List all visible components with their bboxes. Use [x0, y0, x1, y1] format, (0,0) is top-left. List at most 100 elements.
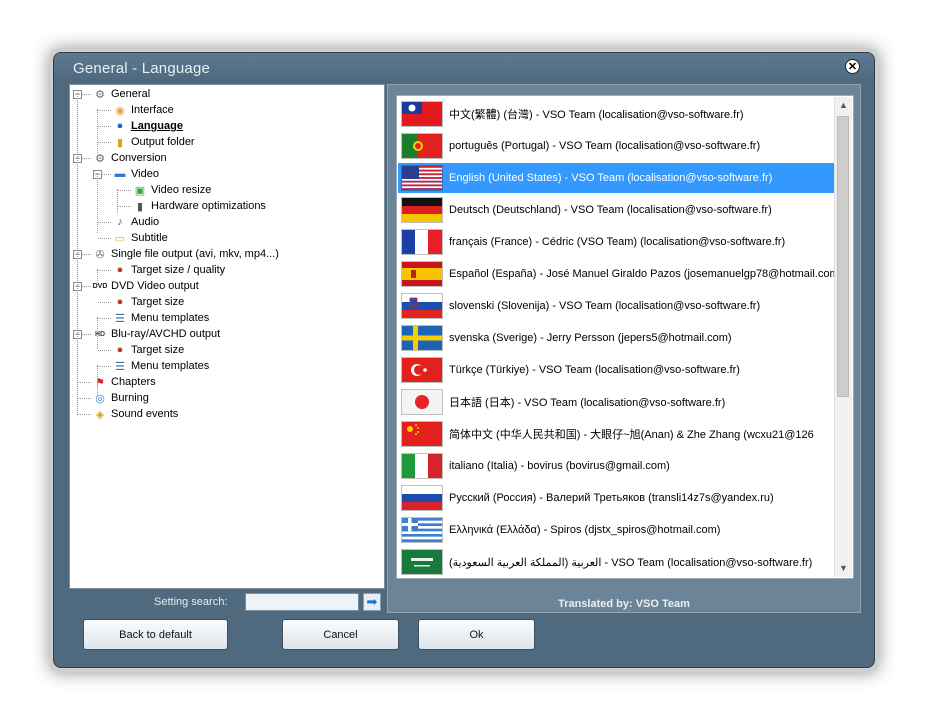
language-item[interactable]: 简体中文 (中华人民共和国) - 大眼仔~旭(Anan) & Zhe Zhang… [398, 419, 835, 449]
tree-item[interactable]: ▮ Hardware optimizations [132, 198, 266, 214]
language-item-label: Español (España) - José Manuel Giraldo P… [449, 268, 835, 280]
language-item[interactable]: italiano (Italia) - bovirus (bovirus@gma… [398, 451, 835, 481]
tree-item-label: Single file output (avi, mkv, mp4...) [111, 248, 279, 260]
tree-connector [98, 318, 111, 319]
tree-item[interactable]: ⚑ Chapters [92, 374, 156, 390]
slovenia-flag-icon [402, 294, 442, 318]
language-item-label: Ελληνικά (Ελλάδα) - Spiros (djstx_spiros… [449, 524, 721, 536]
search-go-arrow-icon[interactable]: ➡ [363, 593, 381, 611]
china-flag-icon [402, 422, 442, 446]
language-item-label: Deutsch (Deutschland) - VSO Team (locali… [449, 204, 772, 216]
language-item[interactable]: 日本語 (日本) - VSO Team (localisation@vso-so… [398, 387, 835, 417]
scroll-down-arrow-icon[interactable]: ▼ [835, 560, 852, 577]
hd-badge-icon: HD [94, 330, 106, 338]
language-item[interactable]: Русский (Россия) - Валерий Третьяков (tr… [398, 483, 835, 513]
tree-item[interactable]: ⚙ General [92, 86, 150, 102]
tree-item[interactable]: ☰ Menu templates [112, 310, 209, 326]
tree-guide-line [97, 109, 98, 157]
tree-item-label: Conversion [111, 152, 167, 164]
language-list[interactable]: العربية (المملكة العربية السعودية) - VSO… [396, 95, 854, 579]
tree-guide-line [97, 317, 98, 349]
tree-connector [98, 350, 111, 351]
tree-connector [98, 142, 111, 143]
tree-item[interactable]: ◈ Sound events [92, 406, 179, 422]
settings-tree[interactable]: ⚙ General − ◉ Interface ● Language ▮ Output fold… [69, 84, 385, 589]
france-flag-icon [402, 230, 442, 254]
close-icon[interactable]: ✕ [845, 59, 860, 74]
tree-item[interactable]: DVD DVD Video output [92, 278, 199, 294]
setting-search-input[interactable] [245, 593, 359, 611]
tree-guide-line [97, 173, 98, 233]
tree-item[interactable]: ● Language [112, 118, 183, 134]
ok-button[interactable]: Ok [418, 619, 535, 650]
tree-connector [98, 302, 111, 303]
tree-item-label: Output folder [131, 136, 195, 148]
title-bar[interactable]: General - Language ✕ [54, 53, 874, 83]
germany-flag-icon [402, 198, 442, 222]
tree-item-label: Sound events [111, 408, 179, 420]
language-list-scrollbar[interactable]: ▲ ▼ [834, 97, 852, 577]
language-item[interactable]: English (United States) - VSO Team (loca… [398, 163, 835, 193]
language-item-label: français (France) - Cédric (VSO Team) (l… [449, 236, 786, 248]
tree-item[interactable]: ⚙ Conversion [92, 150, 167, 166]
setting-search-label: Setting search: [154, 596, 228, 608]
tree-item[interactable]: ● Target size [112, 342, 185, 358]
tree-connector [98, 366, 111, 367]
tree-item[interactable]: ☰ Menu templates [112, 358, 209, 374]
tree-item[interactable]: ● Target size / quality [112, 262, 225, 278]
cancel-button[interactable]: Cancel [282, 619, 399, 650]
tree-item[interactable]: ✇ Single file output (avi, mkv, mp4...) [92, 246, 279, 262]
scroll-up-arrow-icon[interactable]: ▲ [835, 97, 852, 114]
scroll-thumb[interactable] [837, 116, 849, 397]
tree-item[interactable]: ● Target size [112, 294, 185, 310]
dvd-logo-icon: DVD [92, 282, 108, 290]
tree-connector [78, 414, 91, 415]
russia-flag-icon [402, 486, 442, 510]
greece-flag-icon [402, 518, 442, 542]
globe-icon: ● [116, 120, 124, 132]
disc-burn-icon: ◎ [95, 392, 105, 405]
tree-item[interactable]: ▬ Video [112, 166, 159, 182]
language-item-label: Türkçe (Türkiye) - VSO Team (localisatio… [449, 364, 740, 376]
translated-by-label: Translated by: VSO Team [558, 598, 690, 610]
back-to-default-button[interactable]: Back to default [83, 619, 228, 650]
language-item[interactable]: Deutsch (Deutschland) - VSO Team (locali… [398, 195, 835, 225]
language-item[interactable]: français (France) - Cédric (VSO Team) (l… [398, 227, 835, 257]
language-item[interactable]: svenska (Sverige) - Jerry Persson (jeper… [398, 323, 835, 353]
tree-item[interactable]: ▣ Video resize [132, 182, 212, 198]
tree-item-label: Video [131, 168, 159, 180]
tree-item-label: Target size / quality [131, 264, 226, 276]
language-item[interactable]: slovenski (Slovenija) - VSO Team (locali… [398, 291, 835, 321]
tree-connector [98, 238, 111, 239]
language-item[interactable]: العربية (المملكة العربية السعودية) - VSO… [398, 547, 835, 577]
tree-item-label: Menu templates [131, 312, 210, 324]
tree-item[interactable]: ◉ Interface [112, 102, 174, 118]
language-item[interactable]: 中文(繁體) (台灣) - VSO Team (localisation@vso… [398, 99, 835, 129]
tree-connector [78, 382, 91, 383]
tree-item-label: Target size [131, 296, 185, 308]
language-item-label: 简体中文 (中华人民共和国) - 大眼仔~旭(Anan) & Zhe Zhang… [449, 429, 814, 441]
tree-guide-line [97, 269, 98, 285]
language-item[interactable]: Español (España) - José Manuel Giraldo P… [398, 259, 835, 289]
taiwan-flag-icon [402, 102, 442, 126]
language-item[interactable]: Ελληνικά (Ελλάδα) - Spiros (djstx_spiros… [398, 515, 835, 545]
tree-item-label: Chapters [111, 376, 156, 388]
language-item[interactable]: português (Portugal) - VSO Team (localis… [398, 131, 835, 161]
menu-list-icon: ☰ [115, 360, 125, 373]
tree-connector [118, 190, 131, 191]
language-item-label: English (United States) - VSO Team (loca… [449, 172, 773, 184]
tree-item[interactable]: ♪ Audio [112, 214, 159, 230]
tree-item[interactable]: ▮ Output folder [112, 134, 195, 150]
language-item[interactable]: Türkçe (Türkiye) - VSO Team (localisatio… [398, 355, 835, 385]
tree-item-label: Blu-ray/AVCHD output [111, 328, 221, 340]
tree-item[interactable]: ▭ Subtitle [112, 230, 168, 246]
tree-item[interactable]: HD Blu-ray/AVCHD output [92, 326, 220, 342]
music-note-icon: ♪ [117, 216, 123, 228]
tree-connector [118, 206, 131, 207]
tree-item-label: DVD Video output [111, 280, 199, 292]
language-item-label: svenska (Sverige) - Jerry Persson (jeper… [449, 332, 732, 344]
tree-item[interactable]: ◎ Burning [92, 390, 149, 406]
tree-item-label: Language [131, 120, 183, 132]
target-icon: ● [116, 264, 124, 276]
usa-flag-icon [402, 166, 442, 190]
